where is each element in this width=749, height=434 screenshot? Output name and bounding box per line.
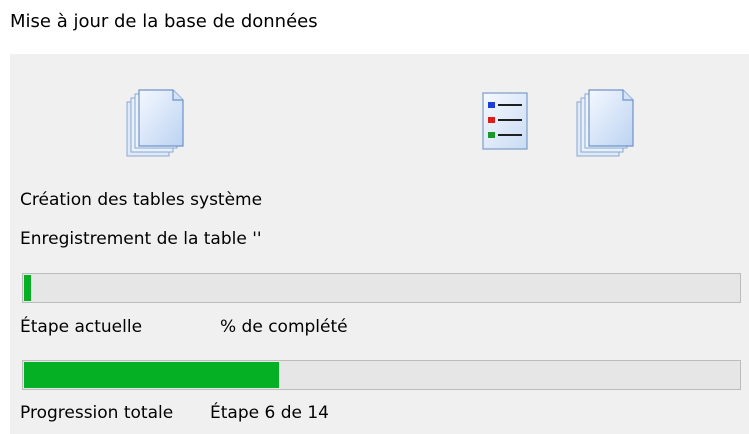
list-icon [482, 92, 528, 150]
status-detail-text: Enregistrement de la table '' [20, 229, 262, 249]
progress-panel: Création des tables système Enregistreme… [10, 54, 749, 434]
current-step-progress-bar [22, 273, 741, 303]
window-title: Mise à jour de la base de données [10, 11, 318, 32]
current-step-progress-fill [24, 275, 31, 301]
current-step-percent: % de complété [220, 317, 348, 337]
current-step-label: Étape actuelle [20, 317, 143, 337]
documents-stack-icon [126, 89, 184, 157]
total-progress-fill [24, 362, 279, 388]
status-main-text: Création des tables système [20, 190, 263, 210]
total-step-text: Étape 6 de 14 [210, 403, 329, 423]
total-progress-label: Progression totale [20, 403, 174, 423]
total-progress-bar [22, 360, 741, 390]
documents-stack-icon [576, 89, 634, 157]
